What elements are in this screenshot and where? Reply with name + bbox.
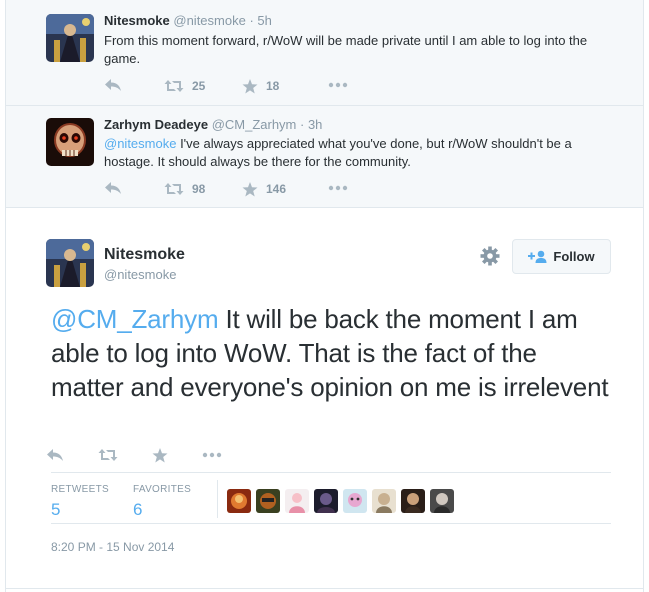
retweets-label: RETWEETS — [51, 484, 109, 495]
favoriter-avatar[interactable] — [285, 489, 309, 513]
retweets-value: 5 — [51, 500, 61, 519]
favoriter-avatar[interactable] — [372, 489, 396, 513]
retweets-stat[interactable]: RETWEETS 5 — [51, 484, 109, 520]
favorite-star-icon — [242, 78, 258, 93]
reply-2-name[interactable]: Zarhym Deadeye — [104, 117, 208, 132]
more-dots-icon — [202, 452, 222, 458]
tweet-timestamp[interactable]: 8:20 PM - 15 Nov 2014 — [51, 540, 174, 554]
reply-icon — [105, 79, 121, 91]
reply-icon — [105, 182, 121, 194]
main-tweet-mention[interactable]: @CM_Zarhym — [51, 304, 219, 334]
favoriter-avatar[interactable] — [314, 489, 338, 513]
reply-divider — [6, 105, 643, 106]
favorites-stat[interactable]: FAVORITES 6 — [133, 484, 191, 520]
follow-person-icon — [528, 250, 547, 263]
retweet-icon — [164, 80, 184, 92]
more-button[interactable] — [202, 452, 222, 458]
main-tweet-text: @CM_Zarhym It will be back the moment I … — [51, 302, 616, 404]
favorites-value: 6 — [133, 500, 143, 519]
favoriter-avatar[interactable] — [256, 489, 280, 513]
more-dots-icon — [328, 82, 348, 88]
favorite-count: 146 — [266, 182, 287, 196]
reply-1-text: From this moment forward, r/WoW will be … — [104, 33, 588, 66]
avatar-nitesmoke[interactable] — [46, 14, 94, 62]
main-author-handle[interactable]: @nitesmoke — [104, 267, 176, 282]
timeline-frame: Nitesmoke @nitesmoke · 5h From this mome… — [5, 0, 644, 592]
reply-context: Nitesmoke @nitesmoke · 5h From this mome… — [6, 0, 643, 208]
more-dots-icon — [328, 185, 348, 191]
reply-1-time[interactable]: · 5h — [249, 13, 271, 28]
favoriter-avatar[interactable] — [401, 489, 425, 513]
reply-1-header: Nitesmoke @nitesmoke · 5h — [104, 13, 272, 29]
reply-button[interactable] — [104, 78, 122, 92]
favorite-button[interactable] — [152, 448, 168, 463]
reply-2-text: @nitesmoke I've always appreciated what … — [104, 135, 614, 171]
reply-1-name[interactable]: Nitesmoke — [104, 13, 170, 28]
main-author-name[interactable]: Nitesmoke — [104, 246, 185, 264]
reply-1-actions: 25 18 — [104, 78, 404, 94]
tweet-stats: RETWEETS 5 FAVORITES 6 — [51, 472, 611, 524]
reply-button[interactable] — [46, 448, 64, 462]
stats-separator — [217, 480, 218, 518]
favorite-button[interactable]: 146 — [242, 181, 286, 197]
retweet-icon — [98, 449, 118, 461]
reply-2-actions: 98 146 — [104, 181, 404, 197]
retweet-count: 25 — [192, 79, 206, 93]
more-button[interactable] — [328, 82, 348, 88]
retweet-button[interactable]: 98 — [164, 181, 205, 197]
favorite-button[interactable]: 18 — [242, 78, 279, 94]
follow-label: Follow — [553, 249, 595, 264]
retweet-count: 98 — [192, 182, 206, 196]
avatar-zarhym[interactable] — [46, 118, 94, 166]
reply-button[interactable] — [104, 181, 122, 195]
main-avatar-nitesmoke[interactable] — [46, 239, 94, 287]
reply-2-handle[interactable]: @CM_Zarhym — [212, 117, 297, 132]
retweet-button[interactable]: 25 — [164, 78, 205, 94]
favoriter-avatar[interactable] — [343, 489, 367, 513]
favorite-star-icon — [242, 181, 258, 196]
favoriter-avatar[interactable] — [430, 489, 454, 513]
follow-button[interactable]: Follow — [512, 239, 611, 274]
gear-icon[interactable] — [479, 245, 501, 267]
reply-icon — [47, 449, 63, 461]
more-button[interactable] — [328, 185, 348, 191]
reply-2-mention[interactable]: @nitesmoke — [104, 136, 176, 151]
reply-1-handle[interactable]: @nitesmoke — [173, 13, 245, 28]
retweet-icon — [164, 183, 184, 195]
favoriter-avatar[interactable] — [227, 489, 251, 513]
bottom-divider — [6, 588, 643, 589]
main-tweet-actions — [46, 448, 346, 464]
favorite-count: 18 — [266, 79, 280, 93]
favorites-label: FAVORITES — [133, 484, 192, 495]
retweet-button[interactable] — [98, 448, 118, 462]
reply-2-header: Zarhym Deadeye @CM_Zarhym · 3h — [104, 117, 322, 133]
favorite-star-icon — [152, 448, 168, 463]
reply-2-time[interactable]: · 3h — [300, 117, 322, 132]
